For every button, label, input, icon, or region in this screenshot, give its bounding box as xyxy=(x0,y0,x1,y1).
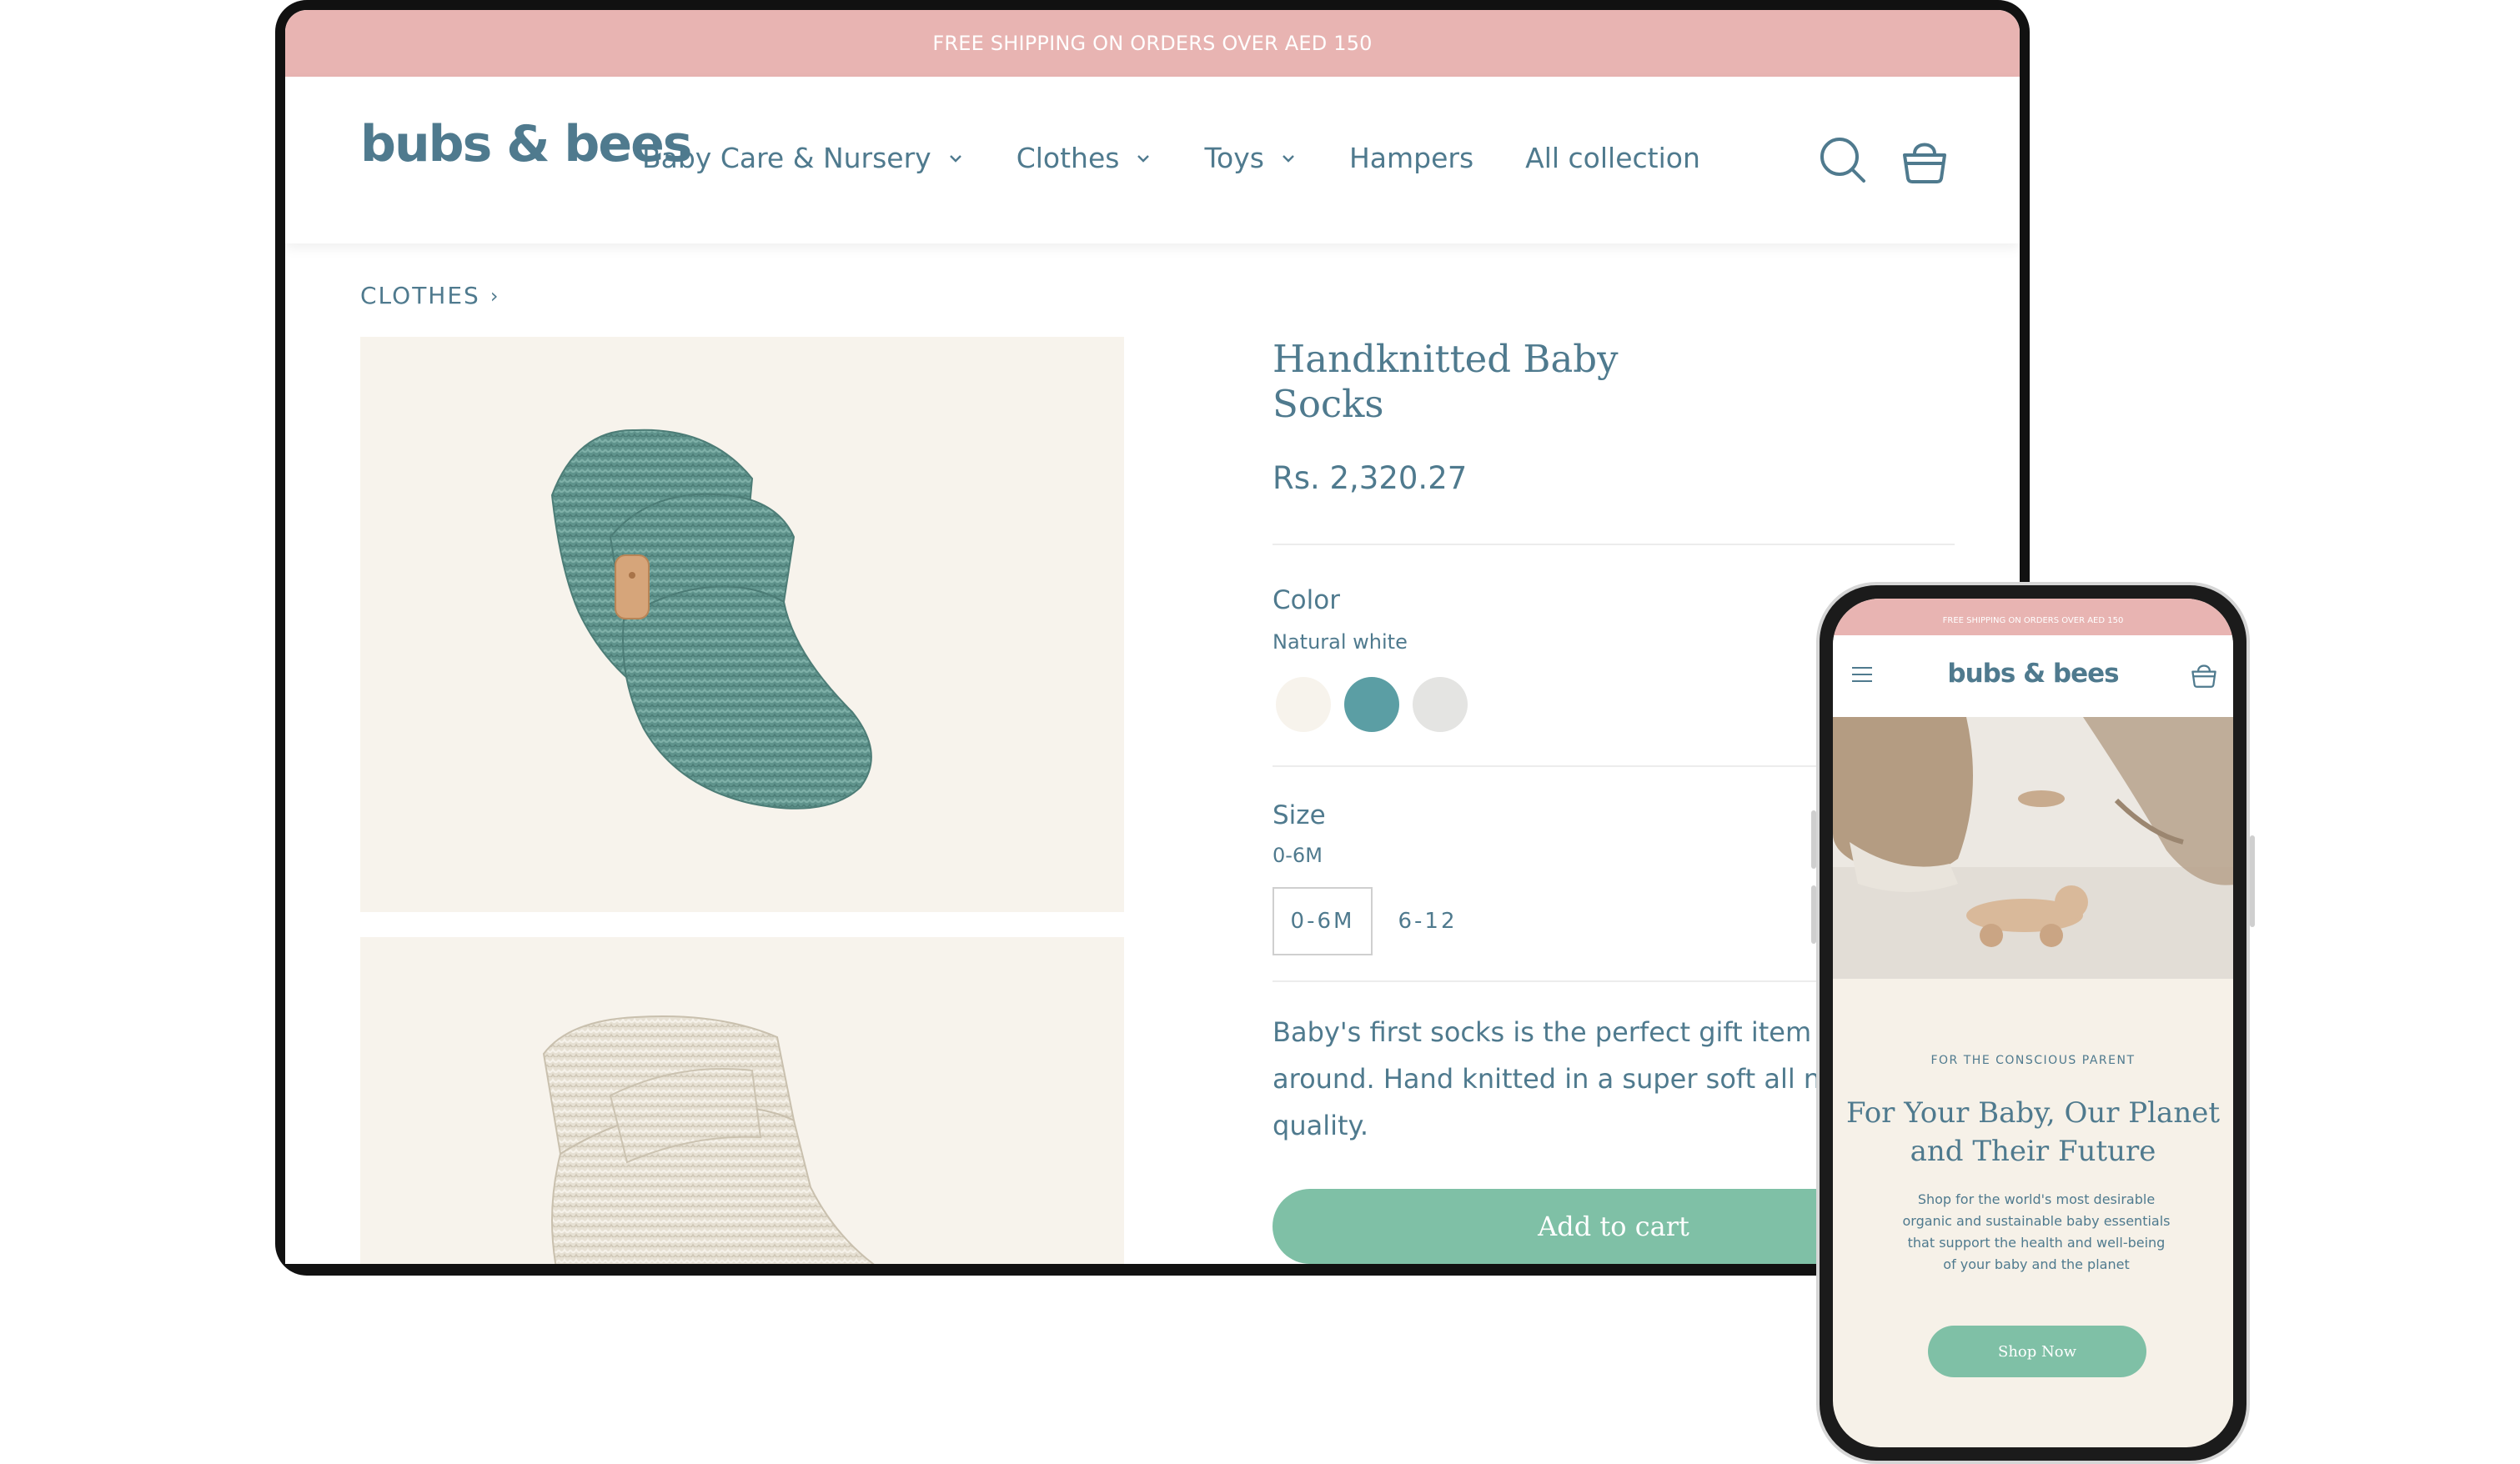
headline-line: and Their Future xyxy=(1910,1135,2156,1168)
nav-item-baby-care[interactable]: Baby Care & Nursery xyxy=(642,142,965,174)
chevron-down-icon xyxy=(949,154,961,163)
color-label: Color xyxy=(1273,585,1340,615)
color-swatch-natural-white[interactable] xyxy=(1276,677,1331,732)
mobile-screen: FREE SHIPPING ON ORDERS OVER AED 150 bub… xyxy=(1833,599,2233,1447)
product-image-green-socks[interactable] xyxy=(360,337,1124,912)
knitted-socks-illustration xyxy=(542,1015,875,1264)
breadcrumb-separator: › xyxy=(489,283,500,308)
site-logo[interactable]: bubs & bees xyxy=(360,115,692,173)
nav-item-toys[interactable]: Toys xyxy=(1204,142,1297,174)
size-option-6-12[interactable]: 6-12 xyxy=(1386,887,1469,955)
product-price: Rs. 2,320.27 xyxy=(1273,460,1468,496)
breadcrumb[interactable]: CLOTHES › xyxy=(360,282,499,309)
product-title-line: Socks xyxy=(1273,382,1384,426)
nav-item-hampers[interactable]: Hampers xyxy=(1349,142,1473,174)
nav-item-all-collection[interactable]: All collection xyxy=(1525,142,1700,174)
power-button xyxy=(2250,835,2255,927)
product-image-white-socks[interactable] xyxy=(360,937,1124,1264)
mobile-headline: For Your Baby, Our Planet and Their Futu… xyxy=(1833,1094,2233,1171)
divider xyxy=(1273,544,1955,545)
search-icon[interactable] xyxy=(1818,135,1868,185)
nav-item-label: Hampers xyxy=(1348,142,1474,174)
headline-line: For Your Baby, Our Planet xyxy=(1845,1096,2221,1130)
color-value: Natural white xyxy=(1273,630,1408,654)
shopping-bag-icon[interactable] xyxy=(2190,660,2218,689)
product-title-line: Handknitted Baby xyxy=(1273,337,1619,381)
shop-now-button[interactable]: Shop Now xyxy=(1928,1326,2146,1377)
chevron-down-icon xyxy=(1283,154,1294,163)
announcement-bar: FREE SHIPPING ON ORDERS OVER AED 150 xyxy=(285,10,2020,77)
mobile-announcement-bar: FREE SHIPPING ON ORDERS OVER AED 150 xyxy=(1833,599,2233,635)
hero-photo-illustration xyxy=(1833,717,2233,979)
nav-item-label: All collection xyxy=(1525,142,1700,174)
breadcrumb-item[interactable]: CLOTHES xyxy=(360,282,480,309)
nav-item-label: Baby Care & Nursery xyxy=(642,142,931,174)
volume-button xyxy=(1811,810,1816,869)
size-label: Size xyxy=(1273,800,1326,830)
size-option-0-6m[interactable]: 0-6M xyxy=(1273,887,1373,955)
nav-item-label: Toys xyxy=(1204,142,1264,174)
desktop-device-frame: FREE SHIPPING ON ORDERS OVER AED 150 bub… xyxy=(275,0,2030,1276)
color-swatch-light-grey[interactable] xyxy=(1413,677,1468,732)
main-nav: Baby Care & Nursery Clothes Toys Hampers… xyxy=(642,142,1752,174)
color-swatch-teal[interactable] xyxy=(1344,677,1399,732)
nav-item-label: Clothes xyxy=(1016,142,1120,174)
mobile-kicker: FOR THE CONSCIOUS PARENT xyxy=(1930,1054,2136,1067)
product-title: Handknitted Baby Socks xyxy=(1273,337,1673,427)
volume-button xyxy=(1811,885,1816,944)
mobile-device-frame: FREE SHIPPING ON ORDERS OVER AED 150 bub… xyxy=(1811,582,2255,1464)
nav-item-clothes[interactable]: Clothes xyxy=(1017,142,1153,174)
mobile-header: bubs & bees xyxy=(1833,635,2233,717)
knitted-socks-illustration xyxy=(550,429,872,810)
mobile-subtext: Shop for the world's most desirable orga… xyxy=(1902,1191,2171,1272)
shopping-bag-icon[interactable] xyxy=(1900,135,1950,185)
size-value: 0-6M xyxy=(1273,844,1323,867)
mobile-logo[interactable]: bubs & bees xyxy=(1833,659,2233,689)
mobile-hero-image xyxy=(1833,717,2233,979)
site-header: bubs & bees Baby Care & Nursery Clothes … xyxy=(285,77,2020,243)
chevron-down-icon xyxy=(1137,154,1150,163)
desktop-screen: FREE SHIPPING ON ORDERS OVER AED 150 bub… xyxy=(285,10,2020,1264)
